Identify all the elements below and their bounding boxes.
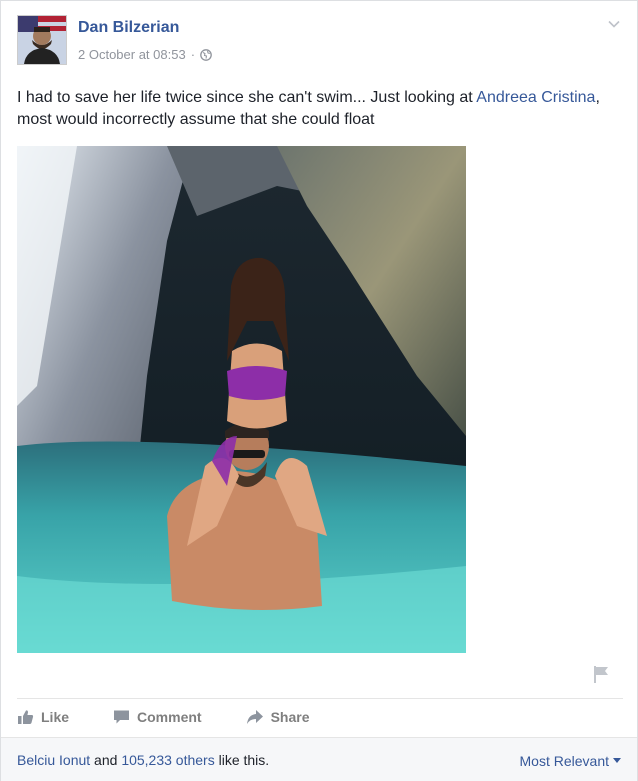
likes-suffix: like this. — [214, 752, 270, 768]
share-label: Share — [270, 709, 310, 725]
post-photo[interactable] — [17, 146, 466, 653]
share-arrow-icon — [246, 710, 263, 724]
likes-and: and — [90, 752, 122, 768]
post-timestamp[interactable]: 2 October at 08:53 — [78, 47, 186, 62]
comment-button[interactable]: Comment — [113, 709, 202, 725]
thumbs-up-icon — [18, 710, 34, 724]
share-button[interactable]: Share — [246, 709, 310, 725]
author-avatar[interactable] — [17, 15, 67, 65]
comment-label: Comment — [137, 709, 202, 725]
post-card: Dan Bilzerian 2 October at 08:53 · I had… — [0, 0, 638, 781]
meta-separator: · — [190, 47, 196, 62]
globe-icon[interactable] — [200, 48, 212, 61]
like-label: Like — [41, 709, 70, 725]
sort-label: Most Relevant — [519, 753, 609, 769]
sort-dropdown[interactable]: Most Relevant — [520, 753, 621, 769]
likes-summary: Belciu Ionut and 105,233 others like thi… — [17, 752, 269, 768]
likes-footer: Belciu Ionut and 105,233 others like thi… — [1, 737, 637, 781]
post-text-start: I had to save her life twice since she c… — [17, 89, 477, 106]
like-button[interactable]: Like — [17, 709, 69, 725]
comment-icon — [114, 710, 130, 724]
post-text: I had to save her life twice since she c… — [17, 87, 623, 131]
post-meta: 2 October at 08:53 · — [78, 47, 212, 62]
author-name[interactable]: Dan Bilzerian — [78, 19, 179, 37]
chevron-down-icon[interactable] — [607, 17, 621, 31]
tagged-user-link[interactable]: Andreea Cristina — [476, 89, 595, 106]
caret-down-icon — [613, 758, 621, 763]
actions-divider — [17, 698, 623, 699]
others-link[interactable]: 105,233 others — [121, 752, 214, 768]
liker-link[interactable]: Belciu Ionut — [17, 752, 90, 768]
flag-icon[interactable] — [592, 664, 610, 684]
post-actions: Like Comment Share — [17, 703, 354, 731]
